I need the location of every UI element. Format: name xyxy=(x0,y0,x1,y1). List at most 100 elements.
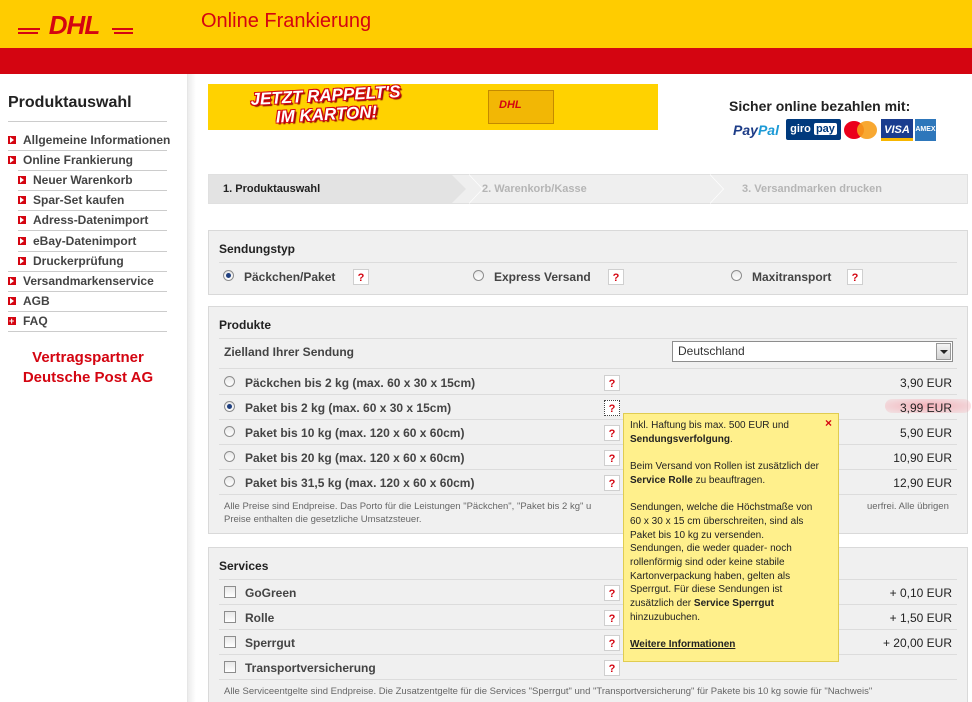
produkte-note-end: uerfrei. Alle übrigen xyxy=(867,501,949,512)
product-price: 3,90 EUR xyxy=(899,376,952,390)
arrow-bullet-icon xyxy=(8,136,16,144)
option-label: Maxitransport xyxy=(752,270,832,284)
zielland-value: Deutschland xyxy=(678,344,745,358)
chevron-down-icon[interactable] xyxy=(936,343,951,360)
radio-express-versand[interactable] xyxy=(473,270,484,281)
visa-logo: VISA xyxy=(881,119,913,141)
divider xyxy=(219,444,957,445)
arrow-bullet-icon xyxy=(18,196,26,204)
header-bar: DHL Online Frankierung xyxy=(0,0,972,48)
services-title: Services xyxy=(219,559,269,573)
divider xyxy=(8,331,167,332)
paypal-pay: Pay xyxy=(733,122,758,138)
divider xyxy=(219,262,957,263)
help-icon[interactable]: ? xyxy=(604,610,620,626)
checkbox-sperrgut[interactable] xyxy=(224,636,236,648)
zielland-label: Zielland Ihrer Sendung xyxy=(224,345,355,359)
service-label: Transportversicherung xyxy=(245,661,376,675)
help-icon[interactable]: ? xyxy=(604,400,620,416)
product-label: Päckchen bis 2 kg (max. 60 x 30 x 15cm) xyxy=(245,376,476,390)
service-price: + 20,00 EUR xyxy=(882,636,952,650)
chevron-right-icon xyxy=(469,174,483,204)
service-label: GoGreen xyxy=(245,586,297,600)
sendungstyp-title: Sendungstyp xyxy=(219,242,296,256)
dhl-logo[interactable]: DHL xyxy=(18,8,133,38)
banner-slogan: JETZT RAPPELT'S IM KARTON! xyxy=(245,84,407,128)
help-icon[interactable]: ? xyxy=(604,375,620,391)
divider xyxy=(219,579,957,580)
sidebar: Produktauswahl Allgemeine Informationen … xyxy=(0,74,188,702)
divider xyxy=(219,679,957,680)
help-icon[interactable]: ? xyxy=(608,269,624,285)
amex-logo: AMEX xyxy=(915,119,936,141)
service-label: Sperrgut xyxy=(245,636,296,650)
divider xyxy=(219,419,957,420)
app-title: Online Frankierung xyxy=(201,10,372,32)
help-icon[interactable]: ? xyxy=(604,475,620,491)
product-label: Paket bis 20 kg (max. 120 x 60 x 60cm) xyxy=(245,451,465,465)
arrow-bullet-icon xyxy=(18,216,26,224)
help-icon[interactable]: ? xyxy=(604,635,620,651)
sidebar-title: Produktauswahl xyxy=(8,94,132,111)
sidebar-shadow xyxy=(188,74,196,702)
radio-paeckchen-2kg[interactable] xyxy=(224,376,235,387)
giropay-logo: giro pay xyxy=(786,119,841,140)
help-icon[interactable]: ? xyxy=(847,269,863,285)
step-produktauswahl: 1. Produktauswahl xyxy=(209,175,452,203)
help-icon[interactable]: ? xyxy=(604,450,620,466)
help-icon[interactable]: ? xyxy=(604,660,620,676)
tooltip-paragraph-2: Beim Versand von Rollen ist zusätzlich d… xyxy=(630,461,819,486)
checkbox-gogreen[interactable] xyxy=(224,586,236,598)
produkte-panel: Produkte Zielland Ihrer Sendung Deutschl… xyxy=(208,306,971,534)
radio-paket-31kg[interactable] xyxy=(224,476,235,487)
divider xyxy=(8,121,167,122)
paypal-pal: Pal xyxy=(757,122,779,138)
arrow-bullet-icon xyxy=(8,277,16,285)
help-icon[interactable]: ? xyxy=(604,585,620,601)
plus-bullet-icon xyxy=(8,311,16,331)
help-icon[interactable]: ? xyxy=(604,425,620,441)
option-label: Express Versand xyxy=(494,270,591,284)
divider xyxy=(219,654,957,655)
radio-paket-10kg[interactable] xyxy=(224,426,235,437)
giropay-giro: giro xyxy=(790,123,811,135)
arrow-bullet-icon xyxy=(18,257,26,265)
tooltip-paragraph-1: Inkl. Haftung bis max. 500 EUR und Sendu… xyxy=(630,420,789,445)
close-icon[interactable]: × xyxy=(825,416,832,431)
checkbox-rolle[interactable] xyxy=(224,611,236,623)
zielland-select[interactable]: Deutschland xyxy=(672,341,953,362)
tooltip-paragraph-3: Sendungen, welche die Höchstmaße von 60 … xyxy=(630,502,813,623)
partner-line-1: Vertragspartner xyxy=(32,349,144,366)
product-label: Paket bis 10 kg (max. 120 x 60 x 60cm) xyxy=(245,426,465,440)
svg-text:DHL: DHL xyxy=(49,10,100,38)
radio-maxitransport[interactable] xyxy=(731,270,742,281)
divider xyxy=(219,494,957,495)
product-label: Paket bis 31,5 kg (max. 120 x 60 x 60cm) xyxy=(245,476,475,490)
giropay-pay: pay xyxy=(813,123,837,135)
services-note: Alle Serviceentgelte sind Endpreise. Die… xyxy=(224,686,873,697)
chevron-right-icon xyxy=(710,174,724,204)
service-price: + 1,50 EUR xyxy=(889,611,952,625)
mastercard-logo xyxy=(844,119,878,141)
produkte-note-2: Preise enthalten die gesetzliche Umsatzs… xyxy=(224,514,422,525)
product-price: 10,90 EUR xyxy=(893,451,952,465)
weitere-informationen-link[interactable]: Weitere Informationen xyxy=(630,639,735,650)
sendungstyp-panel: Sendungstyp Päckchen/Paket ? Express Ver… xyxy=(208,230,968,295)
service-price: + 0,10 EUR xyxy=(889,586,952,600)
divider xyxy=(219,338,957,339)
step-warenkorb-kasse: 2. Warenkorb/Kasse xyxy=(482,183,587,195)
produkte-note: Alle Preise sind Endpreise. Das Porto fü… xyxy=(224,501,592,512)
option-label: Päckchen/Paket xyxy=(244,270,336,284)
box-logo: DHL xyxy=(499,99,522,111)
partner-line-2: Deutsche Post AG xyxy=(22,369,154,386)
promo-banner[interactable]: JETZT RAPPELT'S IM KARTON! DHL xyxy=(208,84,658,130)
radio-paeckchen-paket[interactable] xyxy=(223,270,234,281)
radio-paket-2kg[interactable] xyxy=(224,401,235,412)
radio-paket-20kg[interactable] xyxy=(224,451,235,462)
dhl-box-image: DHL xyxy=(488,90,554,124)
product-label: Paket bis 2 kg (max. 60 x 30 x 15cm) xyxy=(245,401,452,415)
help-icon[interactable]: ? xyxy=(353,269,369,285)
arrow-bullet-icon xyxy=(8,297,16,305)
checkbox-transportversicherung[interactable] xyxy=(224,661,236,673)
divider xyxy=(219,629,957,630)
